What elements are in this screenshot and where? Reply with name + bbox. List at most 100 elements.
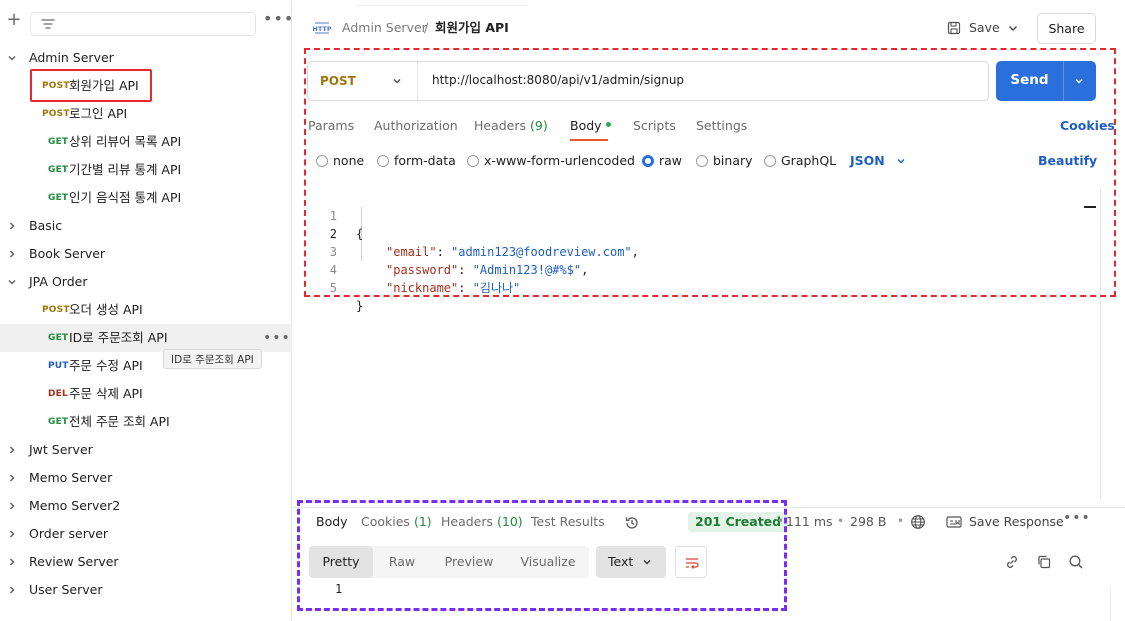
separator-dot: •	[897, 514, 905, 528]
code-text: "email": "admin123@foodreview.com",	[386, 245, 639, 259]
folder-basic[interactable]: Basic	[0, 212, 292, 240]
tab-params[interactable]: Params	[308, 118, 354, 133]
folder-jwt-server[interactable]: Jwt Server	[0, 436, 292, 464]
code-text: "nickname": "김나나"	[386, 281, 521, 295]
request-label: 인기 음식점 통계 API	[69, 190, 182, 205]
folder-label: JPA Order	[29, 274, 88, 289]
svg-text:HTTP: HTTP	[312, 25, 331, 33]
search-icon[interactable]	[1068, 554, 1084, 570]
request-item[interactable]: GET 상위 리뷰어 목록 API	[0, 128, 292, 156]
chevron-down-icon	[393, 79, 401, 84]
cookies-link[interactable]: Cookies	[1060, 118, 1115, 133]
tab-headers[interactable]: Headers (9)	[474, 118, 548, 133]
tab-authorization[interactable]: Authorization	[374, 118, 458, 133]
response-tab-cookies[interactable]: Cookies (1)	[361, 514, 432, 529]
radio-circle	[316, 155, 328, 167]
tab-body[interactable]: Body	[570, 118, 611, 133]
folder-label: Jwt Server	[29, 442, 93, 457]
view-mode-group: Pretty Raw Preview Visualize	[309, 546, 589, 578]
method-badge: POST	[42, 305, 70, 315]
response-line-number: 1	[335, 582, 343, 596]
link-icon[interactable]	[1004, 554, 1020, 570]
folder-order-server[interactable]: Order server	[0, 520, 292, 548]
view-visualize[interactable]: Visualize	[507, 546, 589, 578]
page-title[interactable]: 회원가입 API	[435, 16, 509, 40]
folder-review-server[interactable]: Review Server	[0, 548, 292, 576]
breadcrumb-collection[interactable]: Admin Server	[342, 16, 427, 40]
chevron-down-icon[interactable]	[1074, 76, 1084, 86]
request-label: 로그인 API	[69, 106, 128, 121]
line-number: 5	[329, 281, 337, 295]
chevron-right-icon	[10, 446, 15, 454]
method-select[interactable]: POST	[308, 62, 418, 100]
globe-icon[interactable]	[910, 514, 926, 530]
status-badge[interactable]: 201 Created	[688, 512, 789, 532]
response-tab-body[interactable]: Body	[316, 514, 348, 529]
copy-icon[interactable]	[1036, 554, 1052, 570]
view-raw[interactable]: Raw	[373, 546, 431, 578]
collection-tree: Admin Server POST 회원가입 API POST 로그인 API …	[0, 44, 292, 604]
count-badge: (9)	[530, 118, 548, 133]
add-icon[interactable]: +	[6, 11, 22, 29]
editor-scrollbar[interactable]	[1100, 189, 1101, 499]
response-format-select[interactable]: Text	[596, 546, 666, 578]
folder-memo-server[interactable]: Memo Server	[0, 464, 292, 492]
beautify-button[interactable]: Beautify	[1038, 153, 1097, 168]
history-icon[interactable]	[624, 515, 640, 531]
filter-input[interactable]	[30, 12, 256, 36]
folder-admin-server[interactable]: Admin Server	[0, 44, 292, 72]
request-label: 주문 수정 API	[69, 358, 143, 373]
view-preview[interactable]: Preview	[431, 546, 507, 578]
save-response-icon	[946, 516, 962, 528]
response-tab-headers[interactable]: Headers (10)	[441, 514, 523, 529]
folder-label: Memo Server	[29, 470, 113, 485]
request-item[interactable]: POST 회원가입 API	[0, 72, 292, 100]
method-badge: GET	[48, 333, 69, 343]
tooltip: ID로 주문조회 API	[163, 349, 262, 369]
request-item[interactable]: GET 인기 음식점 통계 API	[0, 184, 292, 212]
send-button[interactable]: Send	[996, 61, 1096, 101]
radio-label: x-www-form-urlencoded	[484, 153, 635, 168]
request-label: 상위 리뷰어 목록 API	[69, 134, 182, 149]
request-item[interactable]: GET ID로 주문조회 API •••	[0, 324, 292, 352]
response-scrollbar[interactable]	[1110, 590, 1111, 621]
response-tab-test-results[interactable]: Test Results	[531, 514, 605, 529]
chevron-down-icon[interactable]	[1007, 22, 1019, 34]
code-line: 5 }	[307, 261, 363, 313]
more-options-icon[interactable]: •••	[263, 11, 293, 28]
request-item[interactable]: POST 오더 생성 API	[0, 296, 292, 324]
share-button[interactable]: Share	[1037, 13, 1096, 44]
request-label: 기간별 리뷰 통계 API	[69, 162, 182, 177]
folder-book-server[interactable]: Book Server	[0, 240, 292, 268]
request-item[interactable]: GET 전체 주문 조회 API	[0, 408, 292, 436]
code-text: }	[356, 299, 364, 313]
save-label: Save	[969, 20, 1000, 35]
tab-scripts[interactable]: Scripts	[633, 118, 676, 133]
response-size[interactable]: 298 B	[850, 514, 886, 529]
wrap-lines-button[interactable]	[675, 546, 707, 578]
chevron-right-icon	[10, 222, 15, 230]
row-more-icon[interactable]: •••	[263, 324, 290, 352]
url-bar: POST http://localhost:8080/api/v1/admin/…	[307, 61, 989, 101]
response-divider[interactable]	[293, 507, 1125, 508]
request-editor: HTTP Admin Server / 회원가입 API Save Share …	[293, 0, 1125, 621]
format-select[interactable]: JSON	[850, 153, 905, 169]
url-input[interactable]: http://localhost:8080/api/v1/admin/signu…	[432, 73, 684, 87]
request-item[interactable]: GET 기간별 리뷰 통계 API	[0, 156, 292, 184]
view-pretty[interactable]: Pretty	[309, 546, 373, 578]
body-type-radio-group: none form-data x-www-form-urlencoded raw…	[316, 150, 1097, 172]
radio-label: form-data	[394, 153, 456, 168]
folder-memo-server2[interactable]: Memo Server2	[0, 492, 292, 520]
request-item[interactable]: POST 로그인 API	[0, 100, 292, 128]
tab-settings[interactable]: Settings	[696, 118, 747, 133]
body-code-editor[interactable]: 1 { 2 "email": "admin123@foodreview.com"…	[307, 189, 1104, 499]
request-label: 주문 삭제 API	[69, 386, 143, 401]
radio-circle	[467, 155, 479, 167]
response-time[interactable]: 111 ms	[786, 514, 833, 529]
folder-jpa-order[interactable]: JPA Order	[0, 268, 292, 296]
more-options-icon[interactable]: •••	[1063, 510, 1091, 526]
tab-label: Cookies	[361, 514, 410, 529]
folder-user-server[interactable]: User Server	[0, 576, 292, 604]
response-tabs: Body Cookies (1) Headers (10) Test Resul…	[316, 510, 1116, 534]
request-item[interactable]: DEL 주문 삭제 API	[0, 380, 292, 408]
